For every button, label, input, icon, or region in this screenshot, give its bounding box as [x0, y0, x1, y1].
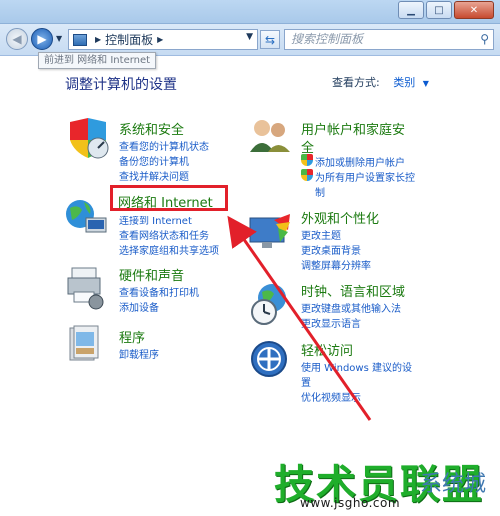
red-arrow-annotation: [227, 215, 372, 421]
watermark-side-text: 系统城: [420, 472, 487, 497]
watermark-url: www.jsgho.com: [300, 496, 401, 510]
